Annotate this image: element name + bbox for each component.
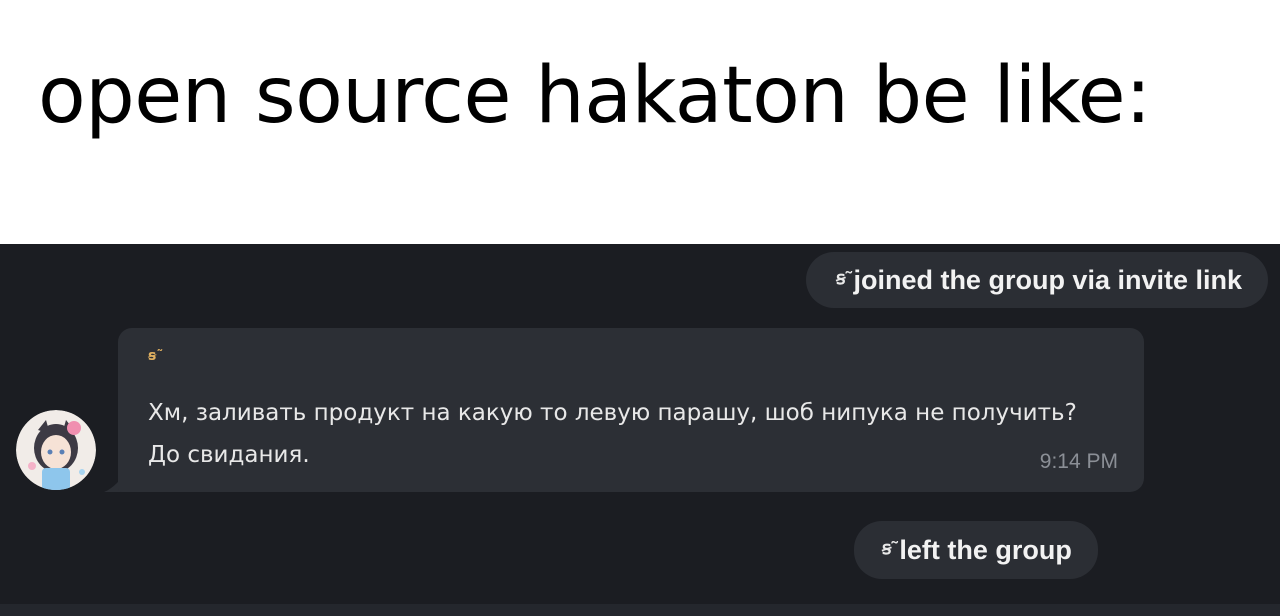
composer-edge: [0, 604, 1280, 616]
anime-girl-avatar-icon: [16, 410, 96, 490]
meme-caption: open source hakaton be like:: [0, 0, 1280, 244]
caption-text: open source hakaton be like:: [38, 51, 1151, 141]
sender-name[interactable]: ꞩ˜: [148, 348, 163, 364]
message-text: Хм, заливать продукт на какую то левую п…: [148, 400, 1077, 468]
member-name-glyph[interactable]: ꞩ˜: [836, 268, 851, 289]
message-time: 9:14 PM: [1039, 450, 1118, 473]
member-name-glyph[interactable]: ꞩ˜: [882, 538, 897, 559]
service-message-left: ꞩ˜ left the group: [854, 521, 1098, 579]
service-text-left: left the group: [899, 534, 1072, 565]
chat-area[interactable]: ꞩ˜ joined the group via invite link ꞩ˜ Х…: [0, 244, 1280, 616]
service-text-joined: joined the group via invite link: [853, 264, 1242, 295]
avatar[interactable]: [16, 410, 96, 490]
message-bubble[interactable]: ꞩ˜ Хм, заливать продукт на какую то леву…: [118, 328, 1144, 492]
service-message-joined: ꞩ˜ joined the group via invite link: [806, 252, 1268, 308]
